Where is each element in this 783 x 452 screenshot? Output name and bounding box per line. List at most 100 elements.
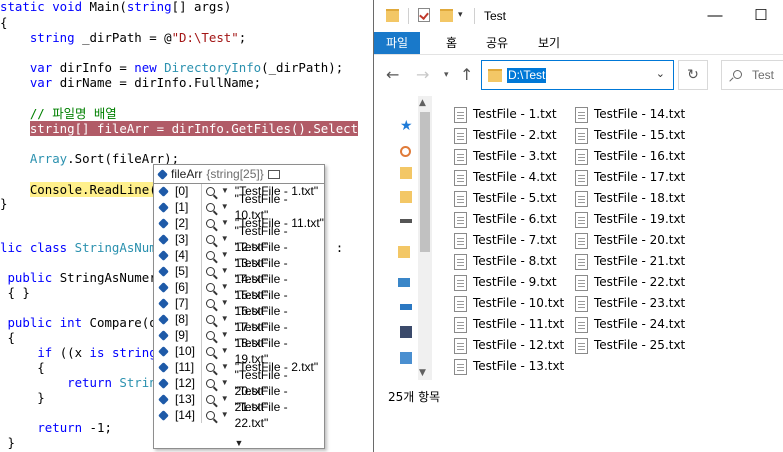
code-line[interactable]: string[] fileArr = dirInfo.GetFiles().Se… — [0, 119, 359, 139]
visualizer-dropdown-icon[interactable]: ▼ — [221, 407, 229, 423]
file-item[interactable]: TestFile - 9.txt — [454, 272, 557, 293]
address-input[interactable]: D:\Test ⌄ — [481, 60, 674, 90]
file-item[interactable]: TestFile - 6.txt — [454, 209, 557, 230]
visualizer-dropdown-icon[interactable]: ▼ — [221, 247, 229, 263]
magnifier-icon[interactable] — [205, 202, 215, 212]
visualizer-dropdown-icon[interactable]: ▼ — [221, 279, 229, 295]
file-item[interactable]: TestFile - 3.txt — [454, 146, 557, 167]
visualizer-dropdown-icon[interactable]: ▼ — [221, 215, 229, 231]
forward-arrow-icon[interactable]: → — [416, 65, 429, 84]
datatip-row[interactable]: [10] ▼ "TestFile - 19.txt" — [154, 336, 324, 366]
visualizer-dropdown-icon[interactable]: ▼ — [221, 311, 229, 327]
refresh-button[interactable]: ↻ — [678, 60, 708, 90]
visualizer-dropdown-icon[interactable]: ▼ — [221, 199, 229, 215]
visualizer-dropdown-icon[interactable]: ▼ — [221, 375, 229, 391]
code-line[interactable]: static void Main(string[] args) — [0, 0, 231, 17]
tab-file[interactable]: 파일 — [374, 32, 421, 54]
up-arrow-icon[interactable]: ↑ — [460, 65, 473, 84]
file-item[interactable]: TestFile - 8.txt — [454, 251, 557, 272]
magnifier-icon[interactable] — [205, 282, 215, 292]
file-item[interactable]: TestFile - 1.txt — [454, 104, 557, 125]
file-item[interactable]: TestFile - 10.txt — [454, 293, 564, 314]
visualizer-dropdown-icon[interactable]: ▼ — [221, 183, 229, 199]
magnifier-icon[interactable] — [206, 218, 215, 228]
file-item[interactable]: TestFile - 24.txt — [575, 314, 685, 335]
back-arrow-icon[interactable]: ← — [386, 65, 399, 84]
file-item[interactable]: TestFile - 2.txt — [454, 125, 557, 146]
scroll-down-icon[interactable]: ▼ — [419, 368, 426, 378]
magnifier-icon[interactable] — [205, 346, 215, 356]
code-line[interactable]: } — [0, 388, 44, 408]
nav-scrollbar[interactable]: ▲ ▼ — [418, 96, 432, 380]
code-line[interactable]: var dirName = dirInfo.FullName; — [0, 73, 261, 93]
file-item[interactable]: TestFile - 13.txt — [454, 356, 564, 377]
file-item[interactable]: TestFile - 22.txt — [575, 272, 685, 293]
datatip-header[interactable]: fileArr {string[25]} — [153, 164, 325, 184]
pictures-icon[interactable] — [400, 352, 412, 364]
file-item[interactable]: TestFile - 23.txt — [575, 293, 685, 314]
code-line[interactable]: { } — [0, 283, 29, 303]
recent-locations-chevron-icon[interactable]: ▾ — [444, 70, 449, 80]
magnifier-icon[interactable] — [205, 250, 215, 260]
magnifier-icon[interactable] — [205, 378, 215, 388]
code-line[interactable]: } — [0, 433, 14, 452]
code-line[interactable]: Console.ReadLine( — [0, 180, 157, 200]
file-item[interactable]: TestFile - 14.txt — [575, 104, 685, 125]
folder-icon[interactable] — [398, 246, 410, 258]
datatip-scroll-down-icon[interactable]: ▼ — [154, 438, 324, 448]
visualizer-dropdown-icon[interactable]: ▼ — [221, 327, 229, 343]
magnifier-icon[interactable] — [205, 330, 215, 340]
code-line[interactable]: public int Compare(ob — [0, 313, 164, 333]
magnifier-icon[interactable] — [206, 362, 215, 372]
datatip-row[interactable]: [14] ▼ "TestFile - 22.txt" — [154, 400, 324, 430]
file-item[interactable]: TestFile - 12.txt — [454, 335, 564, 356]
file-list[interactable]: TestFile - 1.txt TestFile - 2.txt TestFile… — [454, 104, 783, 384]
download-icon[interactable] — [400, 304, 412, 310]
scrollbar-thumb[interactable] — [420, 112, 430, 252]
tab-home[interactable]: 홈 — [434, 32, 469, 54]
datatip-row[interactable]: [1] ▼ "TestFile - 10.txt" — [154, 192, 324, 222]
magnifier-icon[interactable] — [205, 314, 215, 324]
magnifier-icon[interactable] — [206, 186, 215, 196]
visualizer-dropdown-icon[interactable]: ▼ — [221, 295, 229, 311]
file-item[interactable]: TestFile - 18.txt — [575, 188, 685, 209]
recent-icon[interactable] — [400, 146, 411, 157]
title-bar[interactable]: ▾ Test — ☐ — [374, 0, 783, 32]
visualizer-dropdown-icon[interactable]: ▼ — [221, 231, 229, 247]
code-line[interactable]: string _dirPath = @"D:\Test"; — [0, 28, 246, 48]
pin-star-icon[interactable]: ★ — [400, 119, 413, 133]
chevron-down-icon[interactable]: ⌄ — [656, 67, 665, 80]
code-line[interactable]: return -1; — [0, 418, 112, 438]
quick-access-dropdown-icon[interactable]: ▾ — [458, 9, 463, 20]
array-value[interactable]: "TestFile - 22.txt" — [235, 399, 324, 431]
magnifier-icon[interactable] — [205, 234, 215, 244]
file-item[interactable]: TestFile - 17.txt — [575, 167, 685, 188]
visualizer-dropdown-icon[interactable]: ▼ — [221, 263, 229, 279]
magnifier-icon[interactable] — [205, 410, 215, 420]
tab-view[interactable]: 보기 — [526, 32, 572, 54]
tab-share[interactable]: 공유 — [474, 32, 520, 54]
documents-icon[interactable] — [400, 326, 412, 338]
minimize-button[interactable]: — — [692, 0, 738, 32]
visualizer-dropdown-icon[interactable]: ▼ — [221, 343, 229, 359]
maximize-button[interactable]: ☐ — [738, 0, 783, 32]
folder-icon[interactable] — [400, 191, 412, 203]
debugger-datatip[interactable]: ▲ [0]▼"TestFile - 1.txt"[1]▼"TestFile - … — [153, 164, 325, 449]
visualizer-dropdown-icon[interactable]: ▼ — [221, 359, 229, 375]
file-item[interactable]: TestFile - 15.txt — [575, 125, 685, 146]
folder-icon[interactable] — [400, 167, 412, 179]
file-item[interactable]: TestFile - 4.txt — [454, 167, 557, 188]
magnifier-icon[interactable] — [205, 298, 215, 308]
file-item[interactable]: TestFile - 16.txt — [575, 146, 685, 167]
computer-icon[interactable] — [398, 278, 410, 287]
magnifier-icon[interactable] — [205, 394, 215, 404]
search-input[interactable]: Test — [721, 60, 783, 90]
file-item[interactable]: TestFile - 21.txt — [575, 251, 685, 272]
properties-icon[interactable] — [418, 8, 430, 22]
navigation-pane[interactable]: ★ ▲ ▼ — [374, 94, 432, 384]
file-item[interactable]: TestFile - 19.txt — [575, 209, 685, 230]
file-item[interactable]: TestFile - 11.txt — [454, 314, 564, 335]
new-folder-icon[interactable] — [440, 9, 453, 22]
magnifier-icon[interactable] — [205, 266, 215, 276]
drive-icon[interactable] — [400, 219, 412, 223]
